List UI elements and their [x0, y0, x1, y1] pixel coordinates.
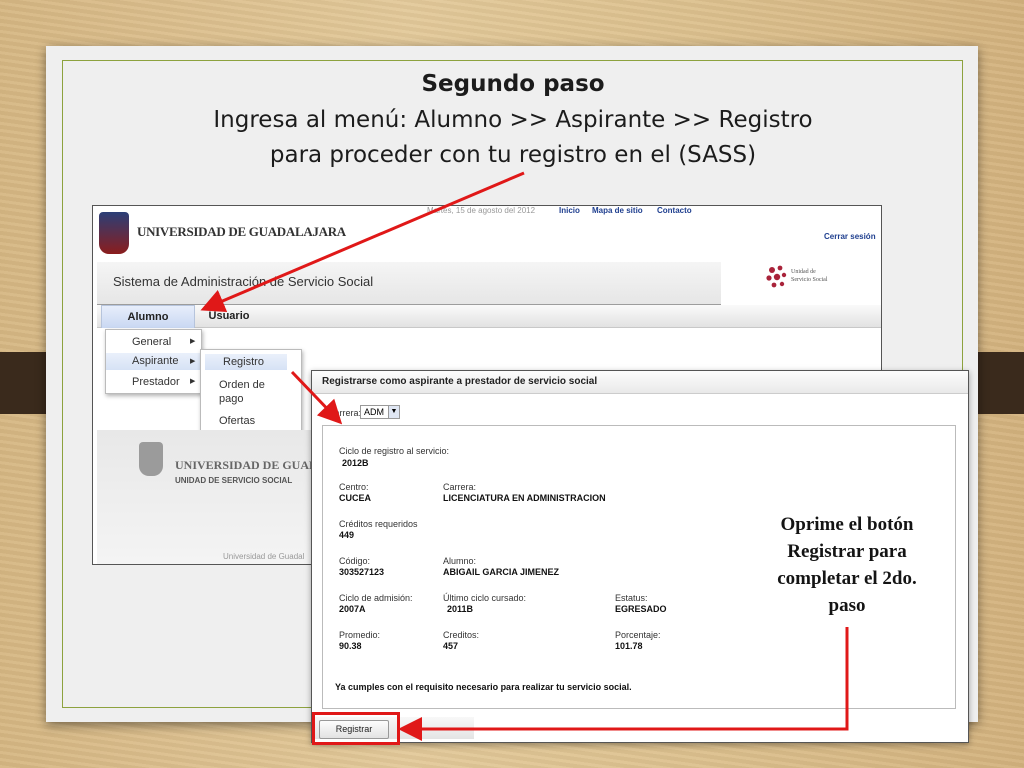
annotation-arrows	[200, 171, 849, 741]
arrow-to-form	[290, 370, 343, 425]
arrow-to-registrar-button	[398, 627, 849, 741]
arrow-to-alumno-menu	[200, 171, 525, 313]
